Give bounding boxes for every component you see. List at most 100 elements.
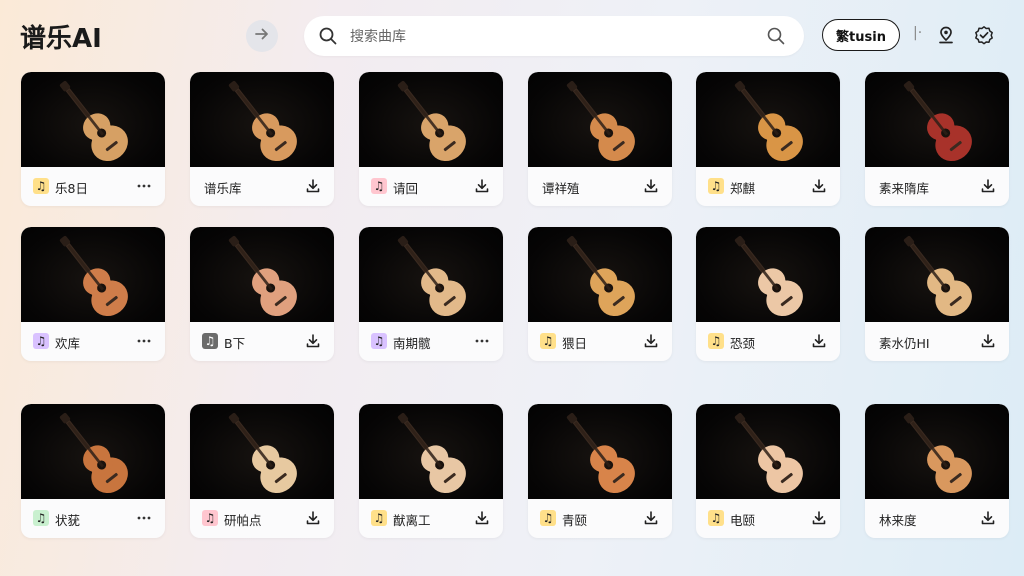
song-title[interactable]: 南期髋	[393, 333, 431, 352]
song-card-footer: ♫ 乐8日	[21, 167, 165, 206]
download-icon[interactable]	[473, 177, 491, 195]
song-card[interactable]: ♫ 郑麒	[696, 72, 840, 206]
song-thumbnail[interactable]	[21, 404, 165, 499]
music-note-icon: ♫	[708, 510, 724, 526]
more-icon[interactable]	[135, 332, 153, 350]
download-icon[interactable]	[642, 177, 660, 195]
guitar-image	[566, 80, 635, 162]
song-thumbnail[interactable]	[21, 72, 165, 167]
more-icon[interactable]	[473, 332, 491, 350]
song-card-footer: ♫ B下	[190, 322, 334, 361]
song-card[interactable]: ♫ 请回	[359, 72, 503, 206]
song-title[interactable]: 猷离工	[393, 510, 431, 529]
song-title[interactable]: 恐颈	[730, 333, 755, 352]
guitar-image	[903, 412, 972, 494]
song-title[interactable]: 欢库	[55, 333, 80, 352]
song-thumbnail[interactable]	[359, 404, 503, 499]
song-card[interactable]: 林来度	[865, 404, 1009, 538]
song-card[interactable]: ♫ 状莸	[21, 404, 165, 538]
song-thumbnail[interactable]	[865, 227, 1009, 322]
more-icon[interactable]	[135, 509, 153, 527]
download-icon[interactable]	[642, 332, 660, 350]
location-pin-icon[interactable]	[936, 25, 956, 45]
song-card[interactable]: ♫ 猥日	[528, 227, 672, 361]
search-bar[interactable]	[304, 16, 804, 56]
download-icon[interactable]	[642, 509, 660, 527]
song-card[interactable]: ♫ 南期髋	[359, 227, 503, 361]
download-icon[interactable]	[979, 177, 997, 195]
header-divider: |·	[913, 25, 923, 41]
song-thumbnail[interactable]	[190, 72, 334, 167]
music-note-icon: ♫	[33, 178, 49, 194]
song-card[interactable]: ♫ 电颐	[696, 404, 840, 538]
song-card-footer: ♫ 青颐	[528, 499, 672, 538]
guitar-image	[566, 412, 635, 494]
song-card[interactable]: ♫ 乐8日	[21, 72, 165, 206]
download-icon[interactable]	[304, 509, 322, 527]
user-account-button[interactable]: 繁tusin	[822, 19, 900, 51]
download-icon[interactable]	[810, 177, 828, 195]
song-title[interactable]: 素水仍HI	[879, 333, 930, 352]
guitar-image	[59, 412, 128, 494]
song-title[interactable]: 状莸	[55, 510, 80, 529]
song-title[interactable]: 谱乐库	[204, 178, 242, 197]
guitar-image	[903, 80, 972, 162]
more-icon[interactable]	[135, 177, 153, 195]
song-thumbnail[interactable]	[865, 404, 1009, 499]
song-card[interactable]: 素来隋库	[865, 72, 1009, 206]
song-title[interactable]: 研帕点	[224, 510, 262, 529]
song-card-footer: ♫ 猷离工	[359, 499, 503, 538]
app-logo[interactable]: 谱乐AI	[20, 18, 102, 55]
song-card[interactable]: ♫ 青颐	[528, 404, 672, 538]
music-note-icon: ♫	[202, 510, 218, 526]
song-card-footer: ♫ 电颐	[696, 499, 840, 538]
search-input[interactable]	[348, 24, 752, 50]
song-card[interactable]: 谱乐库	[190, 72, 334, 206]
song-card[interactable]: ♫ 欢库	[21, 227, 165, 361]
guitar-image	[734, 412, 803, 494]
download-icon[interactable]	[473, 509, 491, 527]
song-title[interactable]: 林来度	[879, 510, 917, 529]
search-submit-icon[interactable]	[766, 26, 786, 50]
song-thumbnail[interactable]	[190, 227, 334, 322]
song-title[interactable]: 素来隋库	[879, 178, 929, 197]
download-icon[interactable]	[979, 332, 997, 350]
badge-check-icon[interactable]	[974, 25, 994, 45]
song-thumbnail[interactable]	[359, 227, 503, 322]
song-thumbnail[interactable]	[528, 72, 672, 167]
song-title[interactable]: 请回	[393, 178, 418, 197]
song-card[interactable]: ♫ 研帕点	[190, 404, 334, 538]
forward-button[interactable]	[246, 20, 278, 52]
song-card[interactable]: ♫ B下	[190, 227, 334, 361]
music-note-icon: ♫	[708, 333, 724, 349]
download-icon[interactable]	[810, 332, 828, 350]
song-card[interactable]: ♫ 猷离工	[359, 404, 503, 538]
song-thumbnail[interactable]	[190, 404, 334, 499]
song-title[interactable]: 猥日	[562, 333, 587, 352]
song-title[interactable]: 电颐	[730, 510, 755, 529]
download-icon[interactable]	[304, 177, 322, 195]
song-thumbnail[interactable]	[865, 72, 1009, 167]
song-thumbnail[interactable]	[528, 227, 672, 322]
song-card[interactable]: ♫ 恐颈	[696, 227, 840, 361]
song-thumbnail[interactable]	[21, 227, 165, 322]
song-thumbnail[interactable]	[696, 72, 840, 167]
download-icon[interactable]	[304, 332, 322, 350]
download-icon[interactable]	[810, 509, 828, 527]
song-title[interactable]: 郑麒	[730, 178, 755, 197]
song-thumbnail[interactable]	[696, 404, 840, 499]
song-title[interactable]: 乐8日	[55, 178, 88, 197]
song-thumbnail[interactable]	[696, 227, 840, 322]
download-icon[interactable]	[979, 509, 997, 527]
song-thumbnail[interactable]	[528, 404, 672, 499]
guitar-image	[59, 80, 128, 162]
guitar-image	[228, 412, 297, 494]
search-icon	[318, 26, 338, 50]
song-card[interactable]: 素水仍HI	[865, 227, 1009, 361]
song-title[interactable]: B下	[224, 333, 245, 352]
music-note-icon: ♫	[202, 333, 218, 349]
song-card[interactable]: 谭祥殖	[528, 72, 672, 206]
song-thumbnail[interactable]	[359, 72, 503, 167]
song-title[interactable]: 谭祥殖	[542, 178, 580, 197]
song-title[interactable]: 青颐	[562, 510, 587, 529]
